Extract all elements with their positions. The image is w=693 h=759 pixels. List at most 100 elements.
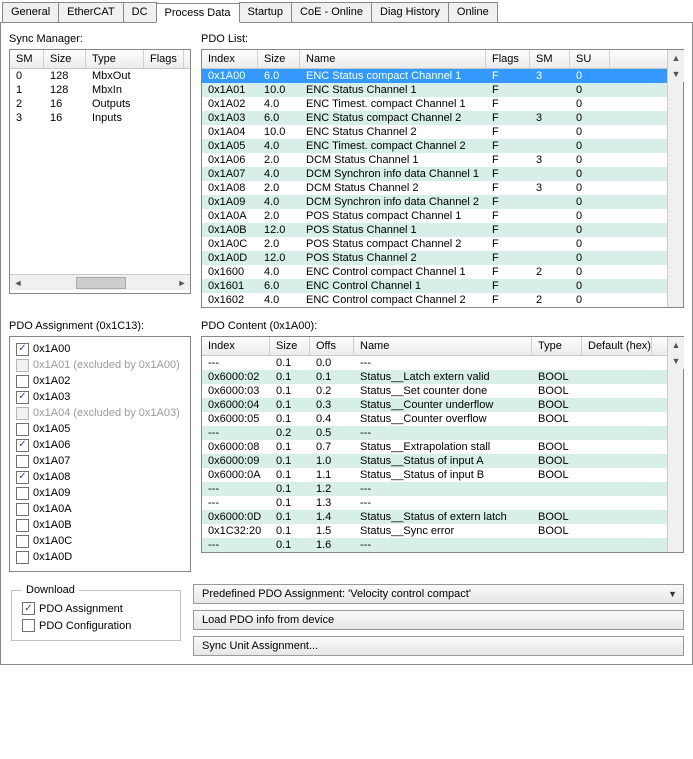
scroll-right-icon[interactable]: ►: [174, 275, 190, 291]
v-scrollbar[interactable]: ▲ ▼: [667, 50, 683, 307]
table-row[interactable]: 0x1A054.0ENC Timest. compact Channel 2F0: [202, 139, 667, 153]
v-scrollbar[interactable]: ▲ ▼: [667, 337, 683, 552]
table-row[interactable]: 0x6000:020.10.1Status__Latch extern vali…: [202, 370, 667, 384]
table-row[interactable]: 0x6000:030.10.2Status__Set counter doneB…: [202, 384, 667, 398]
col-header[interactable]: Index: [202, 50, 258, 68]
table-row[interactable]: ---0.11.3---: [202, 496, 667, 510]
checkbox[interactable]: [16, 551, 29, 564]
scroll-thumb[interactable]: [76, 277, 126, 289]
table-row[interactable]: 0x1A006.0ENC Status compact Channel 1F30: [202, 69, 667, 83]
table-row[interactable]: 0x1A074.0DCM Synchron info data Channel …: [202, 167, 667, 181]
pdo-assign-item[interactable]: 0x1A0A: [16, 501, 184, 517]
tab-ethercat[interactable]: EtherCAT: [58, 2, 123, 22]
scroll-down-icon[interactable]: ▼: [668, 66, 684, 82]
table-row[interactable]: 0x1A0B12.0POS Status Channel 1F0: [202, 223, 667, 237]
pdo-configuration-checkbox[interactable]: [22, 619, 35, 632]
table-row[interactable]: 0x1A0110.0ENC Status Channel 1F0: [202, 83, 667, 97]
table-row[interactable]: 0x1A082.0DCM Status Channel 2F30: [202, 181, 667, 195]
checkbox[interactable]: [16, 487, 29, 500]
table-row[interactable]: 0x6000:050.10.4Status__Counter overflowB…: [202, 412, 667, 426]
pdo-assign-item[interactable]: 0x1A07: [16, 453, 184, 469]
sync-manager-list[interactable]: SMSizeTypeFlags 0128MbxOut1128MbxIn216Ou…: [9, 49, 191, 294]
pdo-assign-item[interactable]: 0x1A00: [16, 341, 184, 357]
checkbox[interactable]: [16, 503, 29, 516]
table-row[interactable]: 0x6000:090.11.0Status__Status of input A…: [202, 454, 667, 468]
col-header[interactable]: Type: [86, 50, 144, 68]
pdo-list[interactable]: IndexSizeNameFlagsSMSU 0x1A006.0ENC Stat…: [201, 49, 684, 308]
tab-dc[interactable]: DC: [123, 2, 157, 22]
pdo-assign-item[interactable]: 0x1A05: [16, 421, 184, 437]
col-header[interactable]: Name: [300, 50, 486, 68]
checkbox[interactable]: [16, 439, 29, 452]
col-header[interactable]: Size: [44, 50, 86, 68]
col-header[interactable]: SM: [530, 50, 570, 68]
tab-general[interactable]: General: [2, 2, 59, 22]
col-header[interactable]: Default (hex): [582, 337, 652, 355]
col-header[interactable]: SU: [570, 50, 610, 68]
table-row[interactable]: ---0.11.2---: [202, 482, 667, 496]
table-row[interactable]: ---0.10.0---: [202, 356, 667, 370]
pdo-assign-item[interactable]: 0x1A09: [16, 485, 184, 501]
pdo-assign-item[interactable]: 0x1A03: [16, 389, 184, 405]
h-scrollbar[interactable]: ◄ ►: [10, 274, 190, 290]
pdo-content-list[interactable]: IndexSizeOffsNameTypeDefault (hex) ---0.…: [201, 336, 684, 553]
table-row[interactable]: 0x1A0C2.0POS Status compact Channel 2F0: [202, 237, 667, 251]
checkbox[interactable]: [16, 519, 29, 532]
sync-unit-button[interactable]: Sync Unit Assignment...: [193, 636, 684, 656]
scroll-left-icon[interactable]: ◄: [10, 275, 26, 291]
tab-process-data[interactable]: Process Data: [156, 3, 240, 23]
checkbox[interactable]: [16, 455, 29, 468]
pdo-assignment-checkbox[interactable]: [22, 602, 35, 615]
tab-coe-online[interactable]: CoE - Online: [291, 2, 372, 22]
col-header[interactable]: Size: [258, 50, 300, 68]
pdo-assign-item[interactable]: 0x1A0D: [16, 549, 184, 565]
pdo-assign-item[interactable]: 0x1A0C: [16, 533, 184, 549]
table-row[interactable]: 0128MbxOut: [10, 69, 190, 83]
table-row[interactable]: 0x16004.0ENC Control compact Channel 1F2…: [202, 265, 667, 279]
table-row[interactable]: 0x1A024.0ENC Timest. compact Channel 1F0: [202, 97, 667, 111]
scroll-up-icon[interactable]: ▲: [668, 337, 684, 353]
col-header[interactable]: Index: [202, 337, 270, 355]
table-row[interactable]: ---0.20.5---: [202, 426, 667, 440]
checkbox[interactable]: [16, 535, 29, 548]
checkbox[interactable]: [16, 423, 29, 436]
col-header[interactable]: Name: [354, 337, 532, 355]
pdo-assign-item[interactable]: 0x1A08: [16, 469, 184, 485]
scroll-up-icon[interactable]: ▲: [668, 50, 684, 66]
table-row[interactable]: 0x1A0410.0ENC Status Channel 2F0: [202, 125, 667, 139]
table-row[interactable]: 0x1A036.0ENC Status compact Channel 2F30: [202, 111, 667, 125]
table-row[interactable]: 0x1C32:200.11.5Status__Sync errorBOOL: [202, 524, 667, 538]
scroll-down-icon[interactable]: ▼: [668, 353, 684, 369]
checkbox[interactable]: [16, 471, 29, 484]
pdo-assign-item[interactable]: 0x1A0B: [16, 517, 184, 533]
table-row[interactable]: 0x1A062.0DCM Status Channel 1F30: [202, 153, 667, 167]
tab-diag-history[interactable]: Diag History: [371, 2, 449, 22]
col-header[interactable]: Flags: [144, 50, 184, 68]
col-header[interactable]: Size: [270, 337, 310, 355]
pdo-assignment-box[interactable]: 0x1A000x1A01 (excluded by 0x1A00)0x1A020…: [9, 336, 191, 572]
tab-startup[interactable]: Startup: [239, 2, 292, 22]
table-row[interactable]: 216Outputs: [10, 97, 190, 111]
table-row[interactable]: 1128MbxIn: [10, 83, 190, 97]
col-header[interactable]: Offs: [310, 337, 354, 355]
table-row[interactable]: ---0.11.6---: [202, 538, 667, 552]
col-header[interactable]: SM: [10, 50, 44, 68]
table-row[interactable]: 0x6000:0D0.11.4Status__Status of extern …: [202, 510, 667, 524]
tab-online[interactable]: Online: [448, 2, 498, 22]
col-header[interactable]: Type: [532, 337, 582, 355]
table-row[interactable]: 0x1A094.0DCM Synchron info data Channel …: [202, 195, 667, 209]
checkbox[interactable]: [16, 391, 29, 404]
table-row[interactable]: 316Inputs: [10, 111, 190, 125]
table-row[interactable]: 0x1A0D12.0POS Status Channel 2F0: [202, 251, 667, 265]
col-header[interactable]: Flags: [486, 50, 530, 68]
checkbox[interactable]: [16, 343, 29, 356]
checkbox[interactable]: [16, 375, 29, 388]
table-row[interactable]: 0x6000:080.10.7Status__Extrapolation sta…: [202, 440, 667, 454]
table-row[interactable]: 0x16016.0ENC Control Channel 1F0: [202, 279, 667, 293]
table-row[interactable]: 0x1A0A2.0POS Status compact Channel 1F0: [202, 209, 667, 223]
table-row[interactable]: 0x16024.0ENC Control compact Channel 2F2…: [202, 293, 667, 307]
pdo-assign-item[interactable]: 0x1A06: [16, 437, 184, 453]
table-row[interactable]: 0x6000:040.10.3Status__Counter underflow…: [202, 398, 667, 412]
table-row[interactable]: 0x6000:0A0.11.1Status__Status of input B…: [202, 468, 667, 482]
pdo-assign-item[interactable]: 0x1A02: [16, 373, 184, 389]
